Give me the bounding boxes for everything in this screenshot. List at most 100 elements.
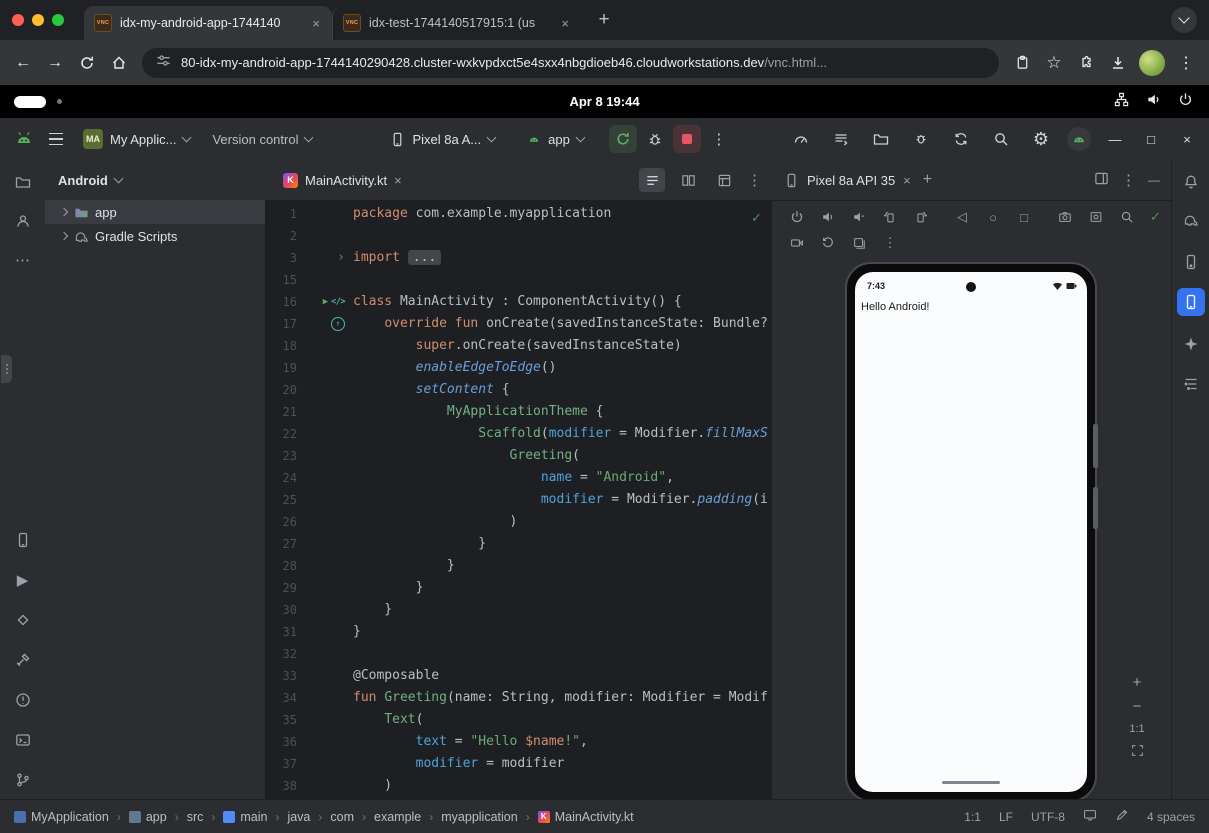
stop-button[interactable] [673,125,701,153]
tree-item-gradle-scripts[interactable]: Gradle Scripts [45,224,265,248]
mac-zoom-button[interactable] [52,14,64,26]
code-line[interactable]: 16▶</>class MainActivity : ComponentActi… [265,291,772,313]
browser-tab-inactive[interactable]: VNC idx-test-1744140517915:1 (us × [332,6,581,40]
gradle-tool-icon[interactable] [1177,206,1205,234]
panel-more-icon[interactable]: ⋮ [1121,171,1136,189]
window-close-button[interactable]: × [1175,132,1199,147]
add-device-tab-button[interactable]: + [923,171,932,189]
volume-down-icon[interactable] [848,206,870,228]
breadcrumb-item[interactable]: com [330,810,354,824]
debug-icon[interactable] [641,125,669,153]
window-minimize-button[interactable]: — [1103,132,1127,147]
settings-gear-icon[interactable]: ⚙ [1027,125,1055,153]
tab-close-button[interactable]: × [310,16,322,31]
notifications-bell-icon[interactable] [1177,168,1205,196]
browser-menu-icon[interactable]: ⋮ [1171,48,1201,78]
address-bar[interactable]: 80-idx-my-android-app-1744140290428.clus… [142,48,999,78]
screen-share-icon[interactable] [1083,808,1097,825]
terminal-tool-icon[interactable] [9,726,37,754]
gesture-bar[interactable] [942,781,1000,784]
app-inspection-icon[interactable] [9,606,37,634]
project-view-selector[interactable]: Android [45,160,265,200]
extensions-icon[interactable] [1071,48,1101,78]
device-selector[interactable]: Pixel 8a A... [381,127,504,152]
activities-indicator[interactable] [14,96,46,108]
volume-icon[interactable] [1146,92,1161,112]
code-line[interactable]: 34fun Greeting(name: String, modifier: M… [265,687,772,709]
breadcrumb-item[interactable]: src [187,810,204,824]
device-explorer-icon[interactable] [867,125,895,153]
file-encoding[interactable]: UTF-8 [1031,810,1065,824]
clipboard-icon[interactable] [1007,48,1037,78]
code-line[interactable]: 18 super.onCreate(savedInstanceState) [265,335,772,357]
code-line[interactable]: 35 Text( [265,709,772,731]
split-view-icon[interactable] [675,168,701,192]
code-line[interactable]: 20 setContent { [265,379,772,401]
run-config-selector[interactable]: app [518,127,593,152]
screen-record-icon[interactable] [786,232,808,254]
code-line[interactable]: 36 text = "Hello $name!", [265,731,772,753]
device-manager-tool-icon[interactable] [9,526,37,554]
breadcrumb-item[interactable]: app [129,810,167,824]
code-line[interactable]: 29 } [265,577,772,599]
zoom-fit-icon[interactable] [1131,744,1144,762]
mac-close-button[interactable] [12,14,24,26]
panel-layout-icon[interactable] [1094,171,1109,189]
main-menu-icon[interactable] [42,125,70,153]
project-tool-icon[interactable] [9,168,37,196]
breadcrumb-item[interactable]: example [374,810,421,824]
code-line[interactable]: 22 Scaffold(modifier = Modifier.fillMaxS [265,423,772,445]
bookmark-star-icon[interactable]: ☆ [1039,48,1069,78]
version-control-tool-icon[interactable] [9,766,37,794]
code-line[interactable]: 30 } [265,599,772,621]
breadcrumb-item[interactable]: MyApplication [14,810,109,824]
structure-tool-icon[interactable] [1177,370,1205,398]
run-button[interactable] [609,125,637,153]
code-area[interactable]: 1package com.example.myapplication23›imp… [265,200,772,800]
write-access-icon[interactable] [1115,808,1129,825]
inspections-ok-icon[interactable]: ✓ [751,210,762,226]
reload-button[interactable] [72,48,102,78]
display-settings-icon[interactable] [1116,206,1138,228]
fold-gutter-icon[interactable]: › [337,247,345,269]
vcs-widget[interactable]: Version control [203,127,321,152]
breadcrumb-item[interactable]: myapplication [441,810,517,824]
editor-tab-close-button[interactable]: × [394,173,402,188]
profile-avatar[interactable] [1139,50,1165,76]
profiler-icon[interactable] [787,125,815,153]
indent-setting[interactable]: 4 spaces [1147,810,1195,824]
code-line[interactable]: 33@Composable [265,665,772,687]
screenshot-icon[interactable] [1054,206,1076,228]
tab-close-button[interactable]: × [559,16,571,31]
override-gutter-icon[interactable]: ↑ [331,317,345,331]
browser-tab-active[interactable]: VNC idx-my-android-app-1744140 × [84,6,332,40]
code-view-icon[interactable] [639,168,665,192]
volume-up-icon[interactable] [817,206,839,228]
chevron-right-icon[interactable] [60,232,68,240]
compose-gutter-icon[interactable]: </> [331,291,345,313]
code-line[interactable]: 19 enableEdgeToEdge() [265,357,772,379]
device-tab-title[interactable]: Pixel 8a API 35 [807,173,895,188]
code-line[interactable]: 28 } [265,555,772,577]
caret-position[interactable]: 1:1 [964,810,981,824]
rotate-left-icon[interactable] [879,206,901,228]
snapshots-icon[interactable] [848,232,870,254]
code-line[interactable]: 26 ) [265,511,772,533]
rotate-right-icon[interactable] [910,206,932,228]
site-settings-icon[interactable] [156,53,171,73]
network-icon[interactable] [1114,92,1129,112]
app-quality-insights-icon[interactable] [907,125,935,153]
run-gutter-icon[interactable]: ▶ [323,291,328,313]
zoom-ratio-label[interactable]: 1:1 [1129,723,1144,735]
code-line[interactable]: 37 modifier = modifier [265,753,772,775]
camera-icon[interactable] [1085,206,1107,228]
toolbar-more-icon[interactable]: ⋮ [705,125,733,153]
run-tool-icon[interactable]: ▶ [9,566,37,594]
code-line[interactable]: 27 } [265,533,772,555]
problems-tool-icon[interactable] [9,686,37,714]
breadcrumb-item[interactable]: java [287,810,310,824]
breadcrumb-item[interactable]: main [223,810,267,824]
code-line[interactable]: 31} [265,621,772,643]
gradle-sync-icon[interactable] [947,125,975,153]
running-devices-icon[interactable] [1177,288,1205,316]
